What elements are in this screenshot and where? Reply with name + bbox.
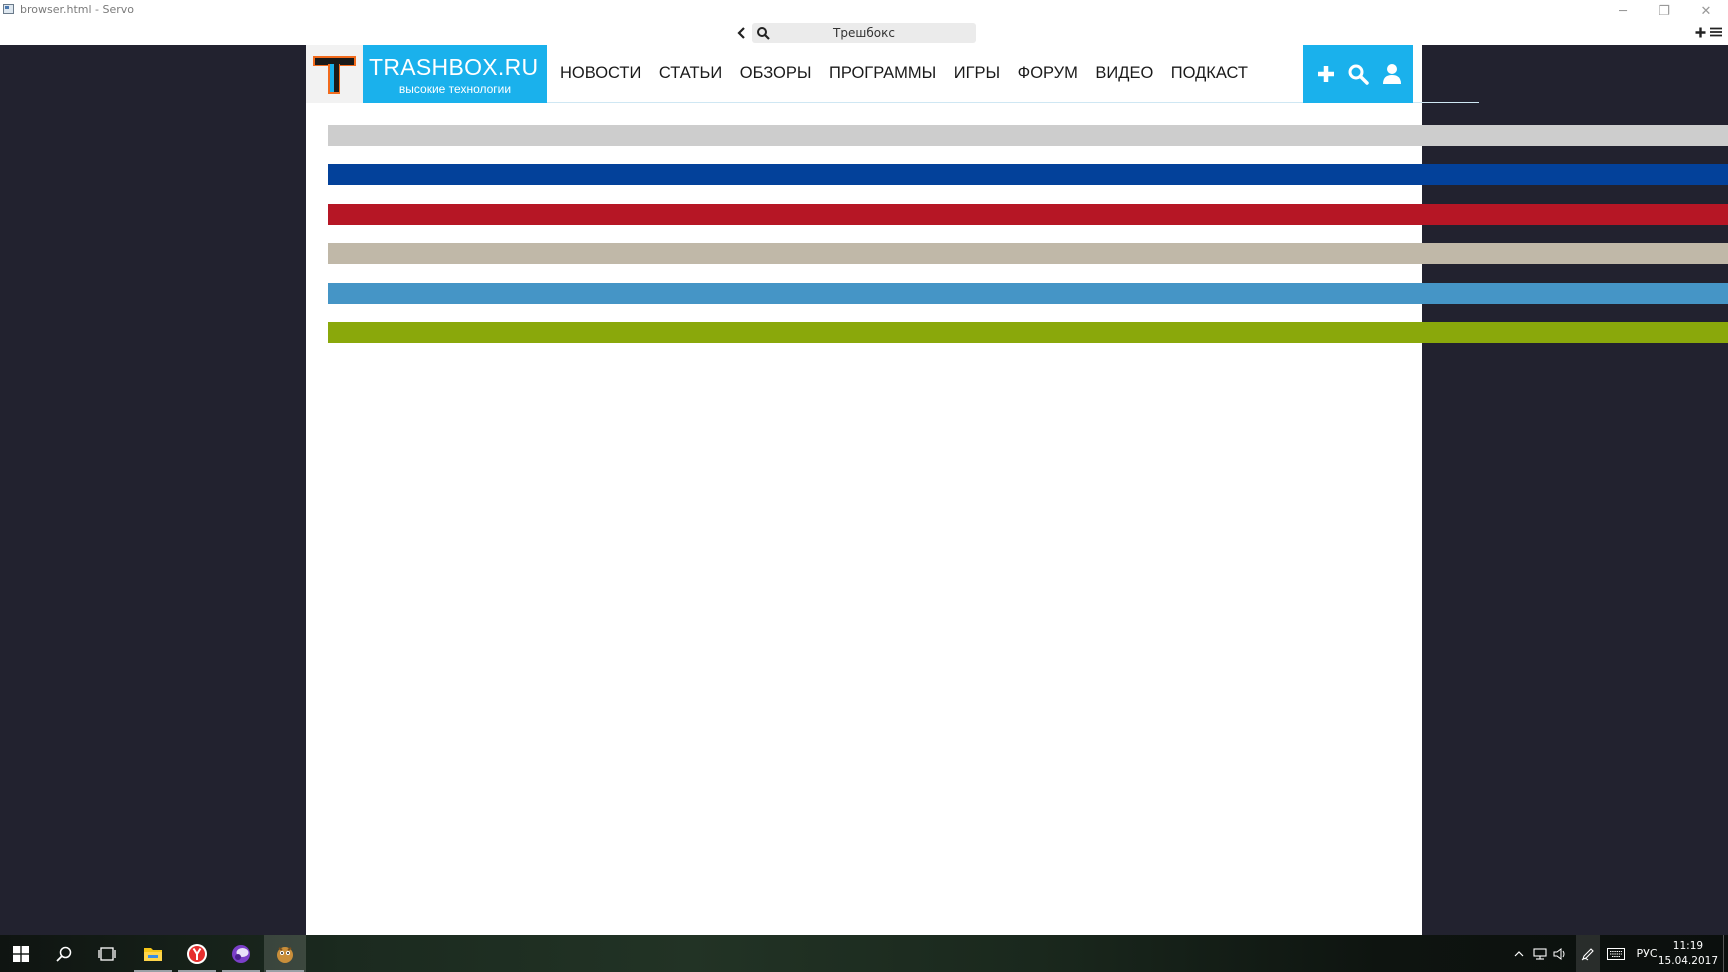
pen-workspace-button[interactable] bbox=[1576, 935, 1600, 972]
plus-icon bbox=[1695, 27, 1705, 37]
site-logo-text: TRASHBOX.RU bbox=[369, 54, 539, 80]
address-bar-text[interactable]: Трешбокс bbox=[752, 26, 976, 40]
site-search-button[interactable] bbox=[1346, 62, 1370, 86]
taskbar-app-file-explorer[interactable] bbox=[132, 935, 174, 972]
address-bar[interactable]: Трешбокс bbox=[752, 23, 976, 43]
task-view-icon bbox=[98, 946, 116, 961]
nav-item-articles[interactable]: СТАТЬИ bbox=[659, 64, 722, 83]
nav-item-forum[interactable]: ФОРУМ bbox=[1018, 64, 1078, 83]
taskbar-app-servo[interactable] bbox=[264, 935, 306, 972]
chevron-left-icon bbox=[737, 27, 745, 39]
window-title-bar: browser.html - Servo ─ ❐ ✕ bbox=[0, 0, 1728, 22]
minimize-button[interactable]: ─ bbox=[1603, 0, 1643, 22]
search-icon bbox=[1348, 64, 1369, 85]
windows-start-icon bbox=[13, 945, 29, 962]
page-background-left bbox=[0, 45, 306, 935]
site-logo[interactable]: TRASHBOX.RU высокие технологии bbox=[363, 45, 547, 103]
network-icon bbox=[1533, 947, 1547, 960]
new-tab-button[interactable] bbox=[1694, 24, 1706, 40]
clock-time: 11:19 bbox=[1672, 940, 1704, 952]
main-navigation: НОВОСТИ СТАТЬИ ОБЗОРЫ ПРОГРАММЫ ИГРЫ ФОР… bbox=[560, 64, 1248, 83]
restore-button[interactable]: ❐ bbox=[1644, 0, 1684, 22]
volume-tray-button[interactable] bbox=[1551, 935, 1569, 972]
network-tray-button[interactable] bbox=[1531, 935, 1549, 972]
purple-app-icon bbox=[232, 944, 250, 963]
back-button[interactable] bbox=[733, 23, 751, 43]
nav-item-programs[interactable]: ПРОГРАММЫ bbox=[829, 64, 936, 83]
nav-item-reviews[interactable]: ОБЗОРЫ bbox=[740, 64, 812, 83]
nav-item-video[interactable]: ВИДЕО bbox=[1095, 64, 1153, 83]
nav-item-podcast[interactable]: ПОДКАСТ bbox=[1171, 64, 1248, 83]
servo-app-icon bbox=[277, 946, 293, 963]
clock-date: 15.04.2017 bbox=[1657, 955, 1718, 967]
loading-bar bbox=[328, 322, 1728, 343]
search-icon bbox=[56, 946, 72, 962]
taskbar-search-button[interactable] bbox=[43, 935, 85, 972]
plus-icon bbox=[1318, 66, 1334, 82]
user-icon bbox=[1383, 64, 1401, 84]
nav-item-news[interactable]: НОВОСТИ bbox=[560, 64, 641, 83]
show-hidden-icons-button[interactable] bbox=[1511, 935, 1527, 972]
browser-toolbar: Трешбокс bbox=[0, 22, 1728, 45]
site-logo-tagline: высокие технологии bbox=[398, 82, 512, 96]
site-logo-mark[interactable] bbox=[306, 45, 363, 103]
loading-bar bbox=[328, 125, 1728, 146]
nav-item-games[interactable]: ИГРЫ bbox=[954, 64, 1000, 83]
close-button[interactable]: ✕ bbox=[1686, 0, 1726, 22]
taskbar-app-purple[interactable] bbox=[220, 935, 262, 972]
task-view-button[interactable] bbox=[86, 935, 128, 972]
loading-bar bbox=[328, 164, 1728, 185]
hamburger-menu-icon bbox=[1710, 27, 1722, 37]
menu-button[interactable] bbox=[1710, 24, 1722, 40]
keyboard-icon bbox=[1607, 947, 1625, 960]
chevron-up-icon bbox=[1514, 950, 1524, 956]
start-button[interactable] bbox=[0, 935, 42, 972]
loading-bar bbox=[328, 243, 1728, 264]
taskbar-clock[interactable]: 11:19 15.04.2017 bbox=[1658, 939, 1718, 969]
loading-bar bbox=[328, 204, 1728, 225]
taskbar-app-yandex-browser[interactable] bbox=[176, 935, 218, 972]
file-explorer-icon bbox=[144, 947, 162, 961]
header-actions bbox=[1303, 45, 1413, 103]
user-account-button[interactable] bbox=[1380, 62, 1404, 86]
app-window-icon bbox=[3, 4, 14, 14]
pen-icon bbox=[1581, 947, 1594, 960]
add-button[interactable] bbox=[1314, 62, 1338, 86]
window-title: browser.html - Servo bbox=[20, 3, 135, 16]
show-desktop-button[interactable] bbox=[1723, 935, 1728, 972]
windows-taskbar: РУС 11:19 15.04.2017 bbox=[0, 935, 1728, 972]
volume-icon bbox=[1553, 947, 1565, 960]
loading-bar bbox=[328, 283, 1728, 304]
touch-keyboard-button[interactable] bbox=[1604, 935, 1628, 972]
yandex-browser-icon bbox=[187, 943, 207, 964]
trashbox-logo-icon bbox=[313, 56, 356, 94]
